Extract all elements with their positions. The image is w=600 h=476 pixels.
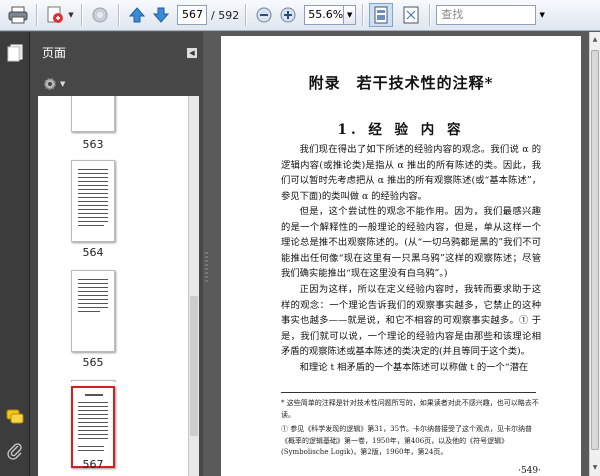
- paragraph: 但是，这个尝试性的观念不能作用。因为，我们最感兴趣的是一个解释性的一般理论的经验…: [281, 206, 541, 280]
- chevron-down-icon: ▼: [60, 80, 66, 88]
- page-thumbnail[interactable]: [71, 96, 115, 132]
- paragraph: 我们现在得出了如下所述的经验内容的观念。我们说 α 的逻辑内容(或推论类)是指从…: [281, 144, 541, 202]
- toolbar-separator: [245, 4, 247, 26]
- pages-panel-icon[interactable]: [6, 44, 24, 62]
- paragraph: 正因为这样，所以在定义经验内容时，我转而要求助于这样的观念：一个理论告诉我们的观…: [281, 284, 541, 358]
- zoom-out-icon[interactable]: [252, 3, 276, 27]
- zoom-in-icon[interactable]: [276, 3, 300, 27]
- document-view: 附录 若干技术性的注释* 1. 经 验 内 容 我们现在得出了如下所述的经验内容…: [211, 32, 589, 476]
- comments-icon[interactable]: [6, 408, 24, 426]
- collapse-panel-icon[interactable]: ◀: [187, 48, 197, 58]
- full-screen-icon[interactable]: [399, 3, 423, 27]
- page-thumbnail[interactable]: [71, 270, 115, 352]
- document-scrollbar[interactable]: ▲ ▼: [589, 32, 600, 476]
- thumbnail-label: 564: [82, 246, 104, 259]
- print-icon[interactable]: [6, 3, 30, 27]
- footnote: * 这些简单的注释是针对技术性问题所写的，如果读者对此不感兴趣，也可以略去不读。: [281, 399, 539, 419]
- toolbar-separator: [118, 4, 119, 26]
- toolbar-separator: [429, 4, 431, 26]
- panel-title: 页面: [42, 45, 67, 60]
- page-thumbnail[interactable]: [71, 160, 115, 242]
- page-thumbnail-current[interactable]: [71, 386, 115, 468]
- gear-icon: [44, 78, 56, 90]
- scroll-down-icon[interactable]: ▼: [590, 462, 600, 473]
- panel-header: 页面: [30, 32, 203, 72]
- previous-page-icon[interactable]: [125, 3, 149, 27]
- thumbnail-list-lower: 567: [38, 382, 188, 476]
- page-total: / 592: [211, 8, 240, 22]
- fit-page-icon[interactable]: [369, 3, 394, 27]
- collaborate-icon[interactable]: [88, 3, 112, 27]
- create-pdf-icon[interactable]: [43, 3, 67, 27]
- section-heading: 1. 经 验 内 容: [337, 122, 465, 138]
- pages-panel: 页面 ◀ ▼ 563 564 565 566 567: [30, 32, 203, 476]
- chevron-down-icon[interactable]: ▼: [67, 3, 75, 27]
- page-title: 附录 若干技术性的注释*: [308, 74, 494, 92]
- splitter-grip[interactable]: [205, 252, 208, 282]
- thumbnail-scrollbar[interactable]: [188, 96, 199, 476]
- thumbnail-label: 567: [82, 458, 104, 471]
- document-page: 附录 若干技术性的注释* 1. 经 验 内 容 我们现在得出了如下所述的经验内容…: [221, 36, 581, 476]
- options-button[interactable]: ▼: [42, 76, 65, 92]
- page-number-input[interactable]: 567: [177, 5, 207, 25]
- zoom-level-input[interactable]: 55.6%: [304, 5, 345, 25]
- toolbar-separator: [362, 4, 364, 26]
- navigation-icon-strip: [0, 32, 30, 476]
- chevron-down-icon[interactable]: ▼: [344, 5, 357, 25]
- find-input[interactable]: 查找: [436, 5, 537, 25]
- toolbar-separator: [81, 4, 82, 26]
- scroll-up-icon[interactable]: ▲: [590, 34, 600, 45]
- footnote-divider: [281, 392, 536, 393]
- page-number: ·549·: [518, 466, 541, 476]
- paragraph: 和理论 t 相矛盾的一个基本陈述可以称做 t 的一个“潜在: [299, 362, 529, 373]
- scrollbar-thumb[interactable]: [591, 50, 599, 450]
- chevron-down-icon[interactable]: ▼: [536, 5, 548, 25]
- thumbnail-label: 563: [82, 138, 104, 151]
- next-page-icon[interactable]: [149, 3, 173, 27]
- toolbar-separator: [36, 4, 37, 26]
- attachments-icon[interactable]: [6, 442, 24, 460]
- toolbar: ▼ 567 / 592 55.6% ▼ 查找 ▼: [0, 0, 600, 31]
- panel-splitter[interactable]: [203, 32, 211, 476]
- scrollbar-thumb[interactable]: [190, 296, 198, 436]
- thumbnail-label: 565: [82, 356, 104, 369]
- footnote: ① 参见《科学发现的逻辑》第31，35节。卡尔纳普接受了这个观点，见卡尔纳普《概…: [281, 425, 533, 456]
